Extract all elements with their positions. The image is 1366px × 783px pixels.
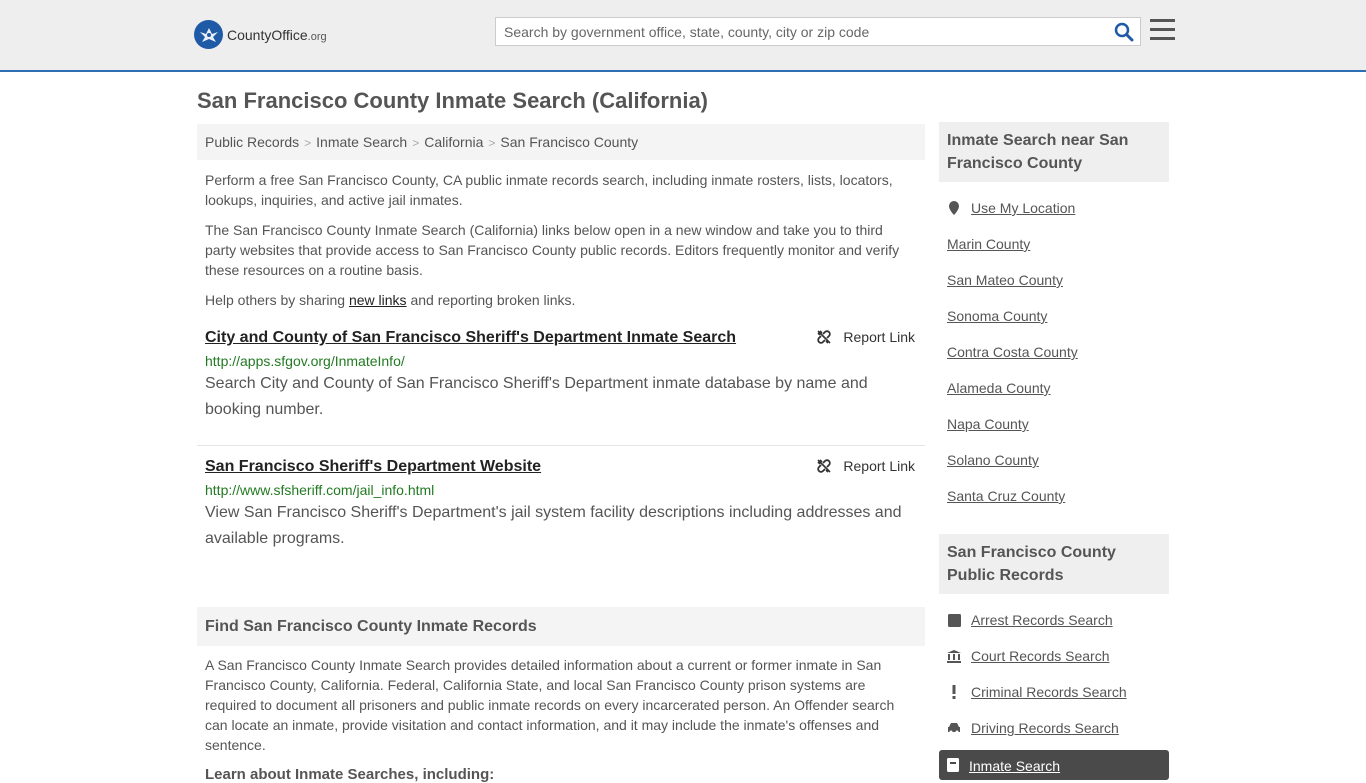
sidebar-item-driving-records[interactable]: Driving Records Search	[971, 720, 1119, 736]
intro-paragraph: Perform a free San Francisco County, CA …	[205, 172, 893, 208]
nearby-county-list: Use My Location Marin County San Mateo C…	[939, 190, 1169, 514]
breadcrumb-current: San Francisco County	[500, 134, 639, 150]
broken-link-icon	[817, 459, 832, 473]
sidebar-item-santa-cruz-county[interactable]: Santa Cruz County	[947, 488, 1065, 504]
square-icon	[947, 613, 961, 627]
result-url: http://apps.sfgov.org/InmateInfo/	[205, 353, 405, 369]
result-url: http://www.sfsheriff.com/jail_info.html	[205, 482, 435, 498]
breadcrumb-public-records[interactable]: Public Records	[205, 134, 299, 150]
intro-paragraph: The San Francisco County Inmate Search (…	[205, 222, 900, 278]
sidebar-item-court-records[interactable]: Court Records Search	[971, 648, 1110, 664]
result-item: San Francisco Sheriff's Department Websi…	[197, 446, 925, 563]
sidebar-near-heading: Inmate Search near San Francisco County	[939, 122, 1169, 182]
public-records-list: Arrest Records Search Court Records Sear…	[939, 602, 1169, 746]
breadcrumb-inmate-search[interactable]: Inmate Search	[316, 134, 407, 150]
sidebar-item-marin-county[interactable]: Marin County	[947, 236, 1030, 252]
result-description: Search City and County of San Francisco …	[205, 375, 868, 418]
find-records-heading: Find San Francisco County Inmate Records	[197, 607, 925, 646]
sidebar-item: Criminal Records Search	[947, 674, 1161, 710]
find-records-text: A San Francisco County Inmate Search pro…	[205, 657, 895, 753]
sidebar-item-napa-county[interactable]: Napa County	[947, 416, 1029, 432]
result-description: View San Francisco Sheriff's Department'…	[205, 504, 902, 547]
sidebar-records-heading: San Francisco County Public Records	[939, 534, 1169, 594]
search-input[interactable]	[496, 18, 1096, 45]
sidebar-item: San Mateo County	[947, 262, 1161, 298]
result-title-link[interactable]: San Francisco Sheriff's Department Websi…	[205, 458, 541, 475]
logo-seal-icon	[194, 20, 223, 49]
breadcrumb-separator: >	[412, 136, 420, 150]
search-bar	[495, 17, 1141, 46]
learn-heading: Learn about Inmate Searches, including:	[205, 766, 495, 783]
breadcrumb-california[interactable]: California	[424, 134, 483, 150]
car-icon	[947, 721, 961, 735]
sidebar-item: Driving Records Search	[947, 710, 1161, 746]
sidebar-item: Alameda County	[947, 370, 1161, 406]
sidebar-item-inmate-search[interactable]: Inmate Search	[969, 758, 1060, 774]
courthouse-icon	[947, 649, 961, 663]
sidebar-item-contra-costa-county[interactable]: Contra Costa County	[947, 344, 1078, 360]
page-title: San Francisco County Inmate Search (Cali…	[197, 88, 709, 113]
breadcrumb-separator: >	[304, 136, 312, 150]
sidebar-item: Sonoma County	[947, 298, 1161, 334]
sidebar-item: Contra Costa County	[947, 334, 1161, 370]
use-my-location-link[interactable]: Use My Location	[971, 200, 1075, 216]
sidebar-item: Arrest Records Search	[947, 602, 1161, 638]
sidebar: Inmate Search near San Francisco County …	[939, 122, 1169, 780]
breadcrumb: Public Records > Inmate Search > California >…	[197, 124, 925, 160]
search-icon[interactable]	[1114, 22, 1134, 42]
result-title-link[interactable]: City and County of San Francisco Sheriff…	[205, 329, 736, 346]
site-logo[interactable]: CountyOffice.org	[194, 20, 327, 49]
broken-link-icon	[817, 330, 832, 344]
sidebar-item-solano-county[interactable]: Solano County	[947, 452, 1039, 468]
site-header: CountyOffice.org	[0, 0, 1366, 72]
breadcrumb-separator: >	[488, 136, 496, 150]
hamburger-menu-icon[interactable]	[1150, 19, 1175, 41]
result-item: City and County of San Francisco Sheriff…	[197, 329, 925, 446]
sidebar-item-criminal-records[interactable]: Criminal Records Search	[971, 684, 1127, 700]
sidebar-item: Marin County	[947, 226, 1161, 262]
map-pin-icon	[947, 201, 961, 215]
main-content: Public Records > Inmate Search > California >…	[197, 124, 925, 783]
sidebar-item-arrest-records[interactable]: Arrest Records Search	[971, 612, 1113, 628]
sidebar-item-san-mateo-county[interactable]: San Mateo County	[947, 272, 1063, 288]
sidebar-item: Napa County	[947, 406, 1161, 442]
report-link-button[interactable]: Report Link	[816, 458, 915, 474]
sidebar-item: Santa Cruz County	[947, 478, 1161, 514]
exclamation-icon	[947, 685, 961, 699]
sidebar-item-inmate-search-active: Inmate Search	[939, 750, 1169, 780]
sidebar-item: Court Records Search	[947, 638, 1161, 674]
sidebar-item-sonoma-county[interactable]: Sonoma County	[947, 308, 1047, 324]
intro-section: Perform a free San Francisco County, CA …	[197, 170, 925, 310]
share-links-text: Help others by sharing new links and rep…	[205, 292, 576, 308]
sidebar-item: Solano County	[947, 442, 1161, 478]
report-link-button[interactable]: Report Link	[816, 329, 915, 345]
new-links-link[interactable]: new links	[349, 292, 407, 308]
use-location-item: Use My Location	[947, 190, 1161, 226]
document-icon	[947, 758, 959, 775]
logo-text: CountyOffice.org	[227, 26, 327, 43]
sidebar-item-alameda-county[interactable]: Alameda County	[947, 380, 1051, 396]
